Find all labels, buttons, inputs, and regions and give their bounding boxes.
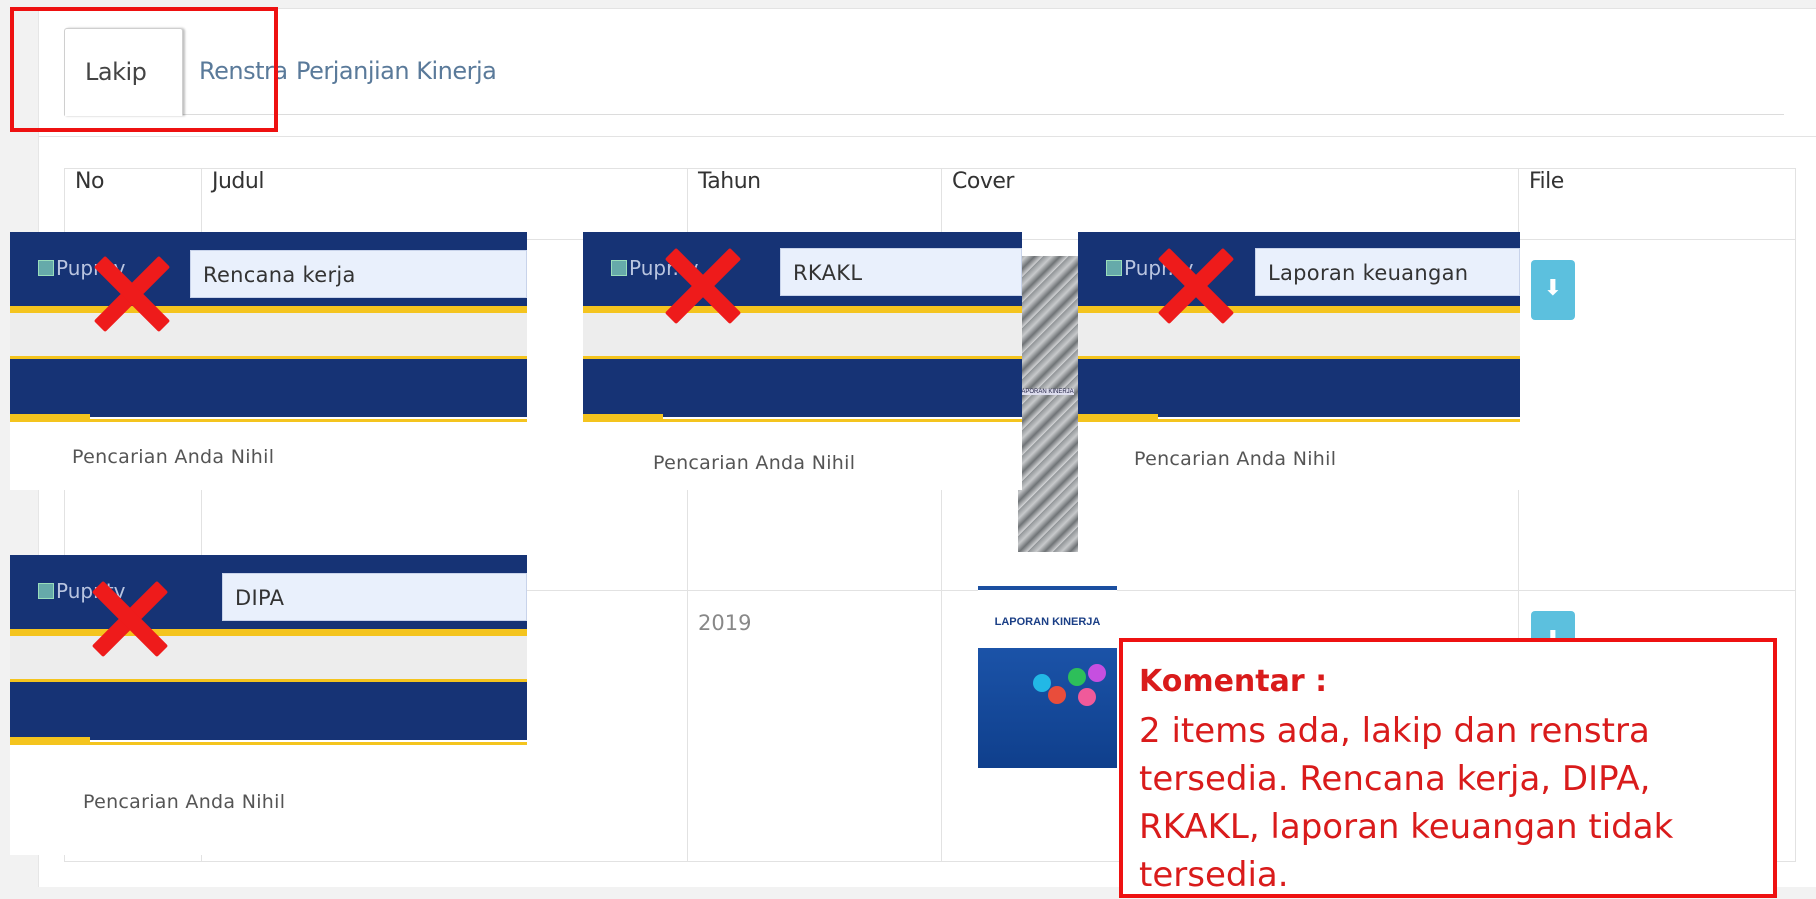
table-header-row: No Judul Tahun Cover File [64, 168, 1796, 240]
cover-dot [1068, 668, 1086, 686]
search-screenshot-laporan-keuangan: Pupr.tv Laporan keuangan Pencarian Anda … [1078, 232, 1520, 490]
tab-bar: Lakip Renstra Perjanjian Kinerja [64, 28, 1784, 116]
cross-mark-icon [90, 579, 170, 659]
cross-mark-icon [92, 254, 172, 334]
no-result-message: Pencarian Anda Nihil [83, 791, 286, 813]
no-result-message: Pencarian Anda Nihil [653, 452, 856, 474]
col-header-no: No [64, 168, 202, 240]
cross-mark-icon [663, 246, 743, 326]
cover-dot [1048, 686, 1066, 704]
cross-mark-icon [1156, 246, 1236, 326]
download-icon: ⬇ [1543, 276, 1563, 301]
download-button[interactable]: ⬇ [1531, 260, 1575, 320]
cover-dot [1088, 664, 1106, 682]
cell-file: ⬇ [1518, 239, 1796, 591]
no-result-message: Pencarian Anda Nihil [1134, 448, 1337, 470]
cover-dot [1078, 688, 1096, 706]
comment-box: Komentar : 2 items ada, lakip dan renstr… [1119, 638, 1777, 898]
cell-tahun: 2019 [687, 590, 942, 862]
search-screenshot-rkakl: Pupr.tv RKAKL Pencarian Anda Nihil [583, 232, 1022, 490]
tab-perjanjian-kinerja[interactable]: Perjanjian Kinerja [276, 28, 516, 114]
col-header-file: File [1518, 168, 1796, 240]
search-screenshot-rencana-kerja: Pupr.tv Rencana kerja Pencarian Anda Nih… [10, 232, 527, 490]
search-screenshot-dipa: Pupr.tv DIPA Pencarian Anda Nihil [10, 555, 527, 855]
search-input[interactable]: RKAKL [780, 248, 1022, 296]
cover-dot [1033, 674, 1051, 692]
col-header-judul: Judul [201, 168, 688, 240]
search-input[interactable]: Laporan keuangan [1255, 248, 1520, 296]
tabs-highlight-box [10, 7, 278, 132]
divider [38, 136, 1816, 137]
cover-image[interactable]: LAPORAN KINERJA [1018, 256, 1078, 552]
comment-title: Komentar : [1139, 664, 1328, 699]
search-input[interactable]: DIPA [222, 573, 527, 621]
no-result-message: Pencarian Anda Nihil [72, 446, 275, 468]
col-header-tahun: Tahun [687, 168, 942, 240]
cover-image-laporan-kinerja[interactable]: LAPORAN KINERJA [978, 586, 1117, 768]
col-header-cover: Cover [941, 168, 1519, 240]
comment-body: 2 items ada, lakip dan renstra tersedia.… [1139, 711, 1674, 895]
cover-title: LAPORAN KINERJA [994, 616, 1101, 628]
cover-label: LAPORAN KINERJA [1018, 389, 1074, 395]
search-input[interactable]: Rencana kerja [190, 250, 527, 298]
